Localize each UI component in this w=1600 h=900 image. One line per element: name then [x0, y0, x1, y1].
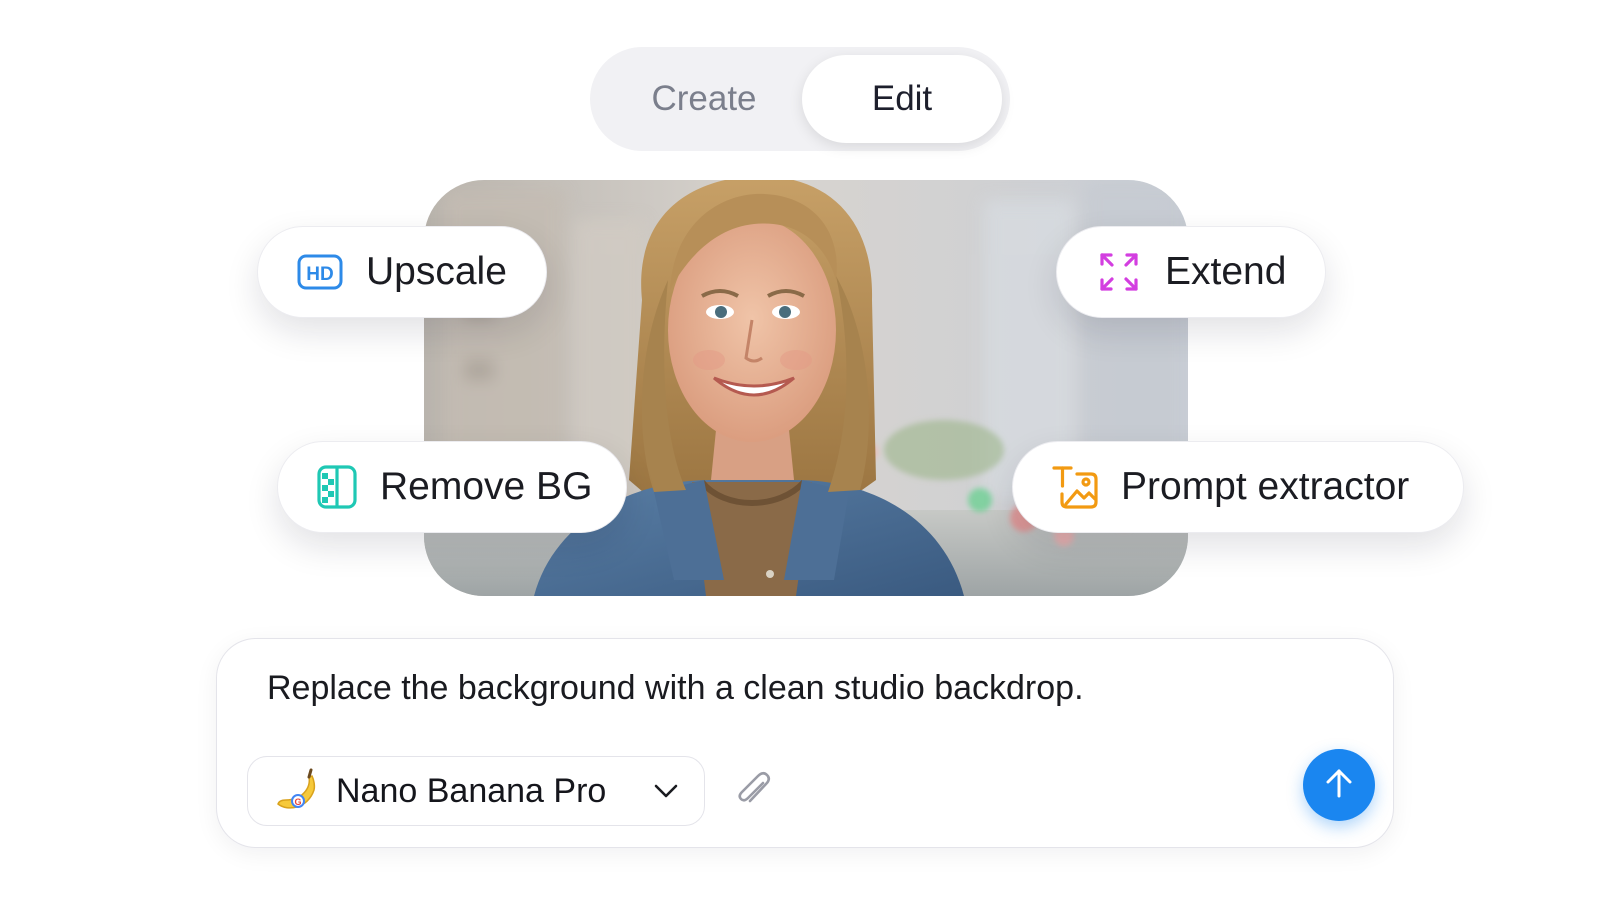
extend-label: Extend	[1165, 250, 1287, 293]
paperclip-icon[interactable]	[733, 771, 773, 811]
remove-background-icon	[316, 463, 358, 511]
remove-bg-button[interactable]: Remove BG	[277, 441, 627, 533]
prompt-composer: Replace the background with a clean stud…	[216, 638, 1394, 848]
expand-arrows-icon	[1095, 248, 1143, 296]
prompt-extractor-label: Prompt extractor	[1121, 465, 1410, 508]
prompt-extractor-button[interactable]: Prompt extractor	[1012, 441, 1464, 533]
text-to-image-icon	[1051, 463, 1099, 511]
model-name: Nano Banana Pro	[336, 771, 607, 810]
model-selector[interactable]: G Nano Banana Pro	[247, 756, 705, 826]
extend-button[interactable]: Extend	[1056, 226, 1326, 318]
send-button[interactable]	[1303, 749, 1375, 821]
hd-icon: HD	[296, 248, 344, 296]
mode-toggle: Create Edit	[590, 47, 1010, 151]
banana-icon: G	[274, 768, 320, 814]
prompt-input[interactable]: Replace the background with a clean stud…	[267, 669, 1347, 708]
svg-text:G: G	[294, 797, 301, 807]
upscale-button[interactable]: HD Upscale	[257, 226, 547, 318]
chevron-down-icon	[652, 777, 680, 805]
tab-create[interactable]: Create	[604, 55, 804, 143]
upscale-label: Upscale	[366, 250, 507, 293]
tab-edit[interactable]: Edit	[802, 55, 1002, 143]
arrow-up-icon	[1322, 766, 1356, 805]
svg-text:HD: HD	[306, 264, 333, 285]
remove-bg-label: Remove BG	[380, 465, 593, 508]
